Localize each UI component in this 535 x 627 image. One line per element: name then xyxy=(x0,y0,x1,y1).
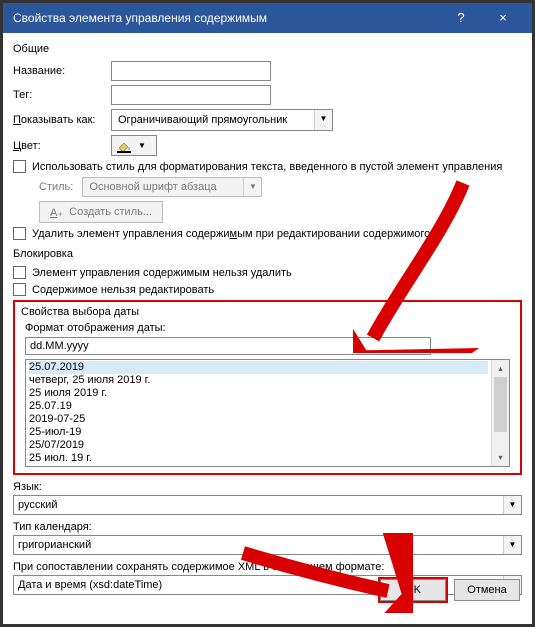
chevron-down-icon: ▼ xyxy=(138,141,146,150)
label-cant-edit: Содержимое нельзя редактировать xyxy=(32,284,214,296)
label-tag: Тег: xyxy=(13,89,111,101)
chevron-down-icon: ▼ xyxy=(314,110,332,130)
label-xml-map: При сопоставлении сохранять содержимое X… xyxy=(13,561,522,573)
label-cal-type: Тип календаря: xyxy=(13,521,522,533)
list-item[interactable]: 25.07.19 xyxy=(29,400,488,413)
dropdown-language[interactable]: русский ▼ xyxy=(13,495,522,515)
list-item[interactable]: 25 июл. 19 г. xyxy=(29,452,488,465)
checkbox-cant-edit[interactable] xyxy=(13,283,26,296)
paint-bucket-icon xyxy=(116,139,132,153)
input-date-format[interactable] xyxy=(25,337,431,355)
label-format: Формат отображения даты: xyxy=(25,322,514,334)
window-title: Свойства элемента управления содержимым xyxy=(13,11,440,25)
section-date-props: Свойства выбора даты xyxy=(21,306,514,318)
label-style: Стиль: xyxy=(39,181,73,193)
cancel-button[interactable]: Отмена xyxy=(454,579,520,601)
titlebar: Свойства элемента управления содержимым … xyxy=(3,3,532,33)
input-name[interactable] xyxy=(111,61,271,81)
plus-underline-icon: A₊ xyxy=(50,206,63,219)
ok-button[interactable]: OK xyxy=(380,579,446,601)
list-item[interactable]: четверг, 25 июля 2019 г. xyxy=(29,374,488,387)
list-item[interactable]: 25.07.2019 xyxy=(29,361,488,374)
list-item[interactable]: 25-июл-19 xyxy=(29,426,488,439)
button-create-style: A₊ Создать стиль... xyxy=(39,201,163,223)
group-date-props: Свойства выбора даты Формат отображения … xyxy=(13,300,522,475)
chevron-down-icon: ▼ xyxy=(503,496,521,514)
help-button[interactable]: ? xyxy=(440,3,482,33)
checkbox-cant-delete[interactable] xyxy=(13,266,26,279)
checkbox-delete-on-edit[interactable] xyxy=(13,227,26,240)
color-picker[interactable]: ▼ xyxy=(111,135,157,156)
dropdown-style: Основной шрифт абзаца ▼ xyxy=(82,177,262,197)
scrollbar[interactable]: ▴ ▾ xyxy=(491,360,509,466)
close-button[interactable]: × xyxy=(482,3,524,33)
input-tag[interactable] xyxy=(111,85,271,105)
label-delete-on-edit: Удалить элемент управления содержимым пр… xyxy=(32,228,430,240)
label-color: Цвет: xyxy=(13,140,111,152)
checkbox-use-style[interactable] xyxy=(13,160,26,173)
label-name: Название: xyxy=(13,65,111,77)
scroll-up-icon[interactable]: ▴ xyxy=(492,360,509,377)
dropdown-cal-type[interactable]: григорианский ▼ xyxy=(13,535,522,555)
label-language: Язык: xyxy=(13,481,522,493)
listbox-format-examples[interactable]: 25.07.2019 четверг, 25 июля 2019 г. 25 и… xyxy=(25,359,510,467)
dropdown-show-as[interactable]: Ограничивающий прямоугольник ▼ xyxy=(111,109,333,131)
scroll-thumb[interactable] xyxy=(494,377,507,432)
chevron-down-icon: ▼ xyxy=(243,178,261,196)
label-use-style: Использовать стиль для форматирования те… xyxy=(32,161,502,173)
scroll-down-icon[interactable]: ▾ xyxy=(492,449,509,466)
chevron-down-icon: ▼ xyxy=(503,536,521,554)
list-item[interactable]: 25/07/2019 xyxy=(29,439,488,452)
label-show-as: Показывать как: xyxy=(13,114,111,126)
list-item[interactable]: 2019-07-25 xyxy=(29,413,488,426)
section-lock: Блокировка xyxy=(13,248,522,260)
list-item[interactable]: 25 июля 2019 г. xyxy=(29,387,488,400)
label-cant-delete: Элемент управления содержимым нельзя уда… xyxy=(32,267,292,279)
section-general: Общие xyxy=(13,43,522,55)
